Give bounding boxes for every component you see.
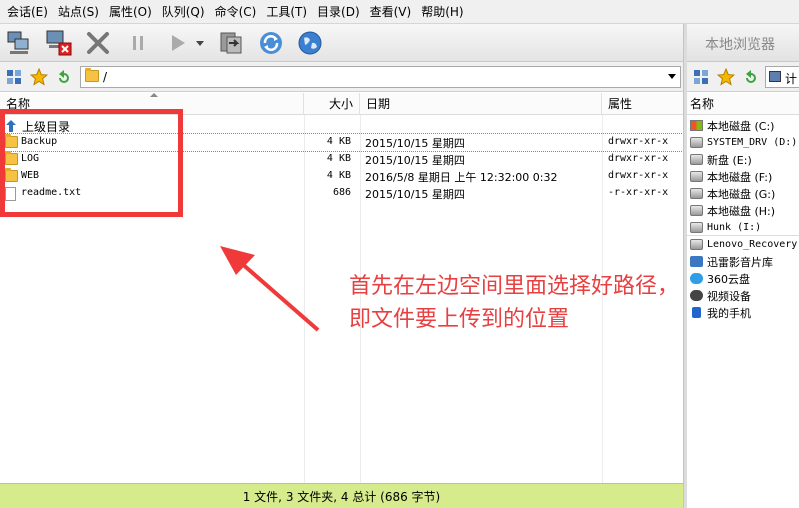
annotation-text: 首先在左边空间里面选择好路径，即文件要上传到的位置 bbox=[349, 274, 680, 332]
annotation-arrow-icon bbox=[220, 246, 320, 332]
